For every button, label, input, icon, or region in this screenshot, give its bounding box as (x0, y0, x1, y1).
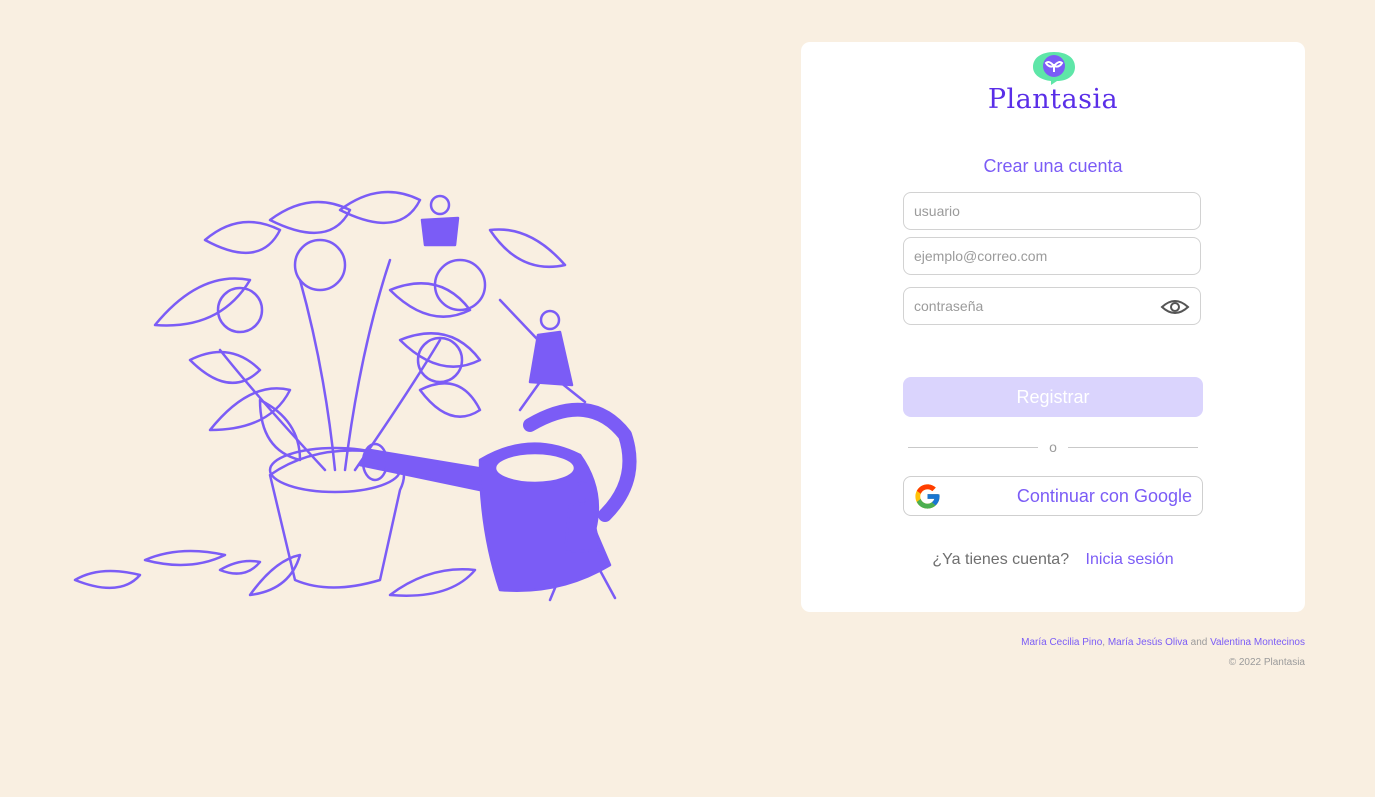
login-link[interactable]: Inicia sesión (1086, 551, 1174, 568)
google-icon (915, 484, 940, 509)
password-field[interactable] (903, 287, 1201, 325)
plant-logo-icon (1033, 52, 1075, 85)
have-account-text: ¿Ya tienes cuenta? (932, 551, 1070, 568)
register-button[interactable]: Registrar (903, 377, 1203, 417)
email-input[interactable] (914, 238, 1154, 274)
credits-and: and (1190, 637, 1208, 648)
password-input[interactable] (914, 288, 1154, 324)
username-field[interactable] (903, 192, 1201, 230)
plant-illustration (73, 190, 637, 602)
form-title: Crear una cuenta (983, 156, 1123, 176)
author-link[interactable]: María Cecilia Pino (1021, 637, 1102, 648)
google-signin-button[interactable]: Continuar con Google (903, 476, 1203, 516)
or-divider: o (908, 437, 1198, 457)
credits: María Cecilia Pino, María Jesús Oliva an… (1021, 637, 1305, 648)
brand-name: Plantasia (987, 84, 1119, 115)
divider-line-right (1068, 447, 1198, 448)
signup-card: Plantasia Crear una cuenta Registrar o C… (801, 42, 1305, 612)
email-field[interactable] (903, 237, 1201, 275)
credits-comma: , (1102, 637, 1106, 648)
author-link[interactable]: Valentina Montecinos (1210, 637, 1305, 648)
google-button-label: Continuar con Google (1016, 486, 1192, 506)
username-input[interactable] (914, 193, 1154, 229)
login-row: ¿Ya tienes cuenta? Inicia sesión (801, 551, 1305, 569)
copyright: © 2022 Plantasia (1228, 657, 1305, 668)
eye-icon[interactable] (1160, 297, 1190, 317)
author-link[interactable]: María Jesús Oliva (1108, 637, 1188, 648)
